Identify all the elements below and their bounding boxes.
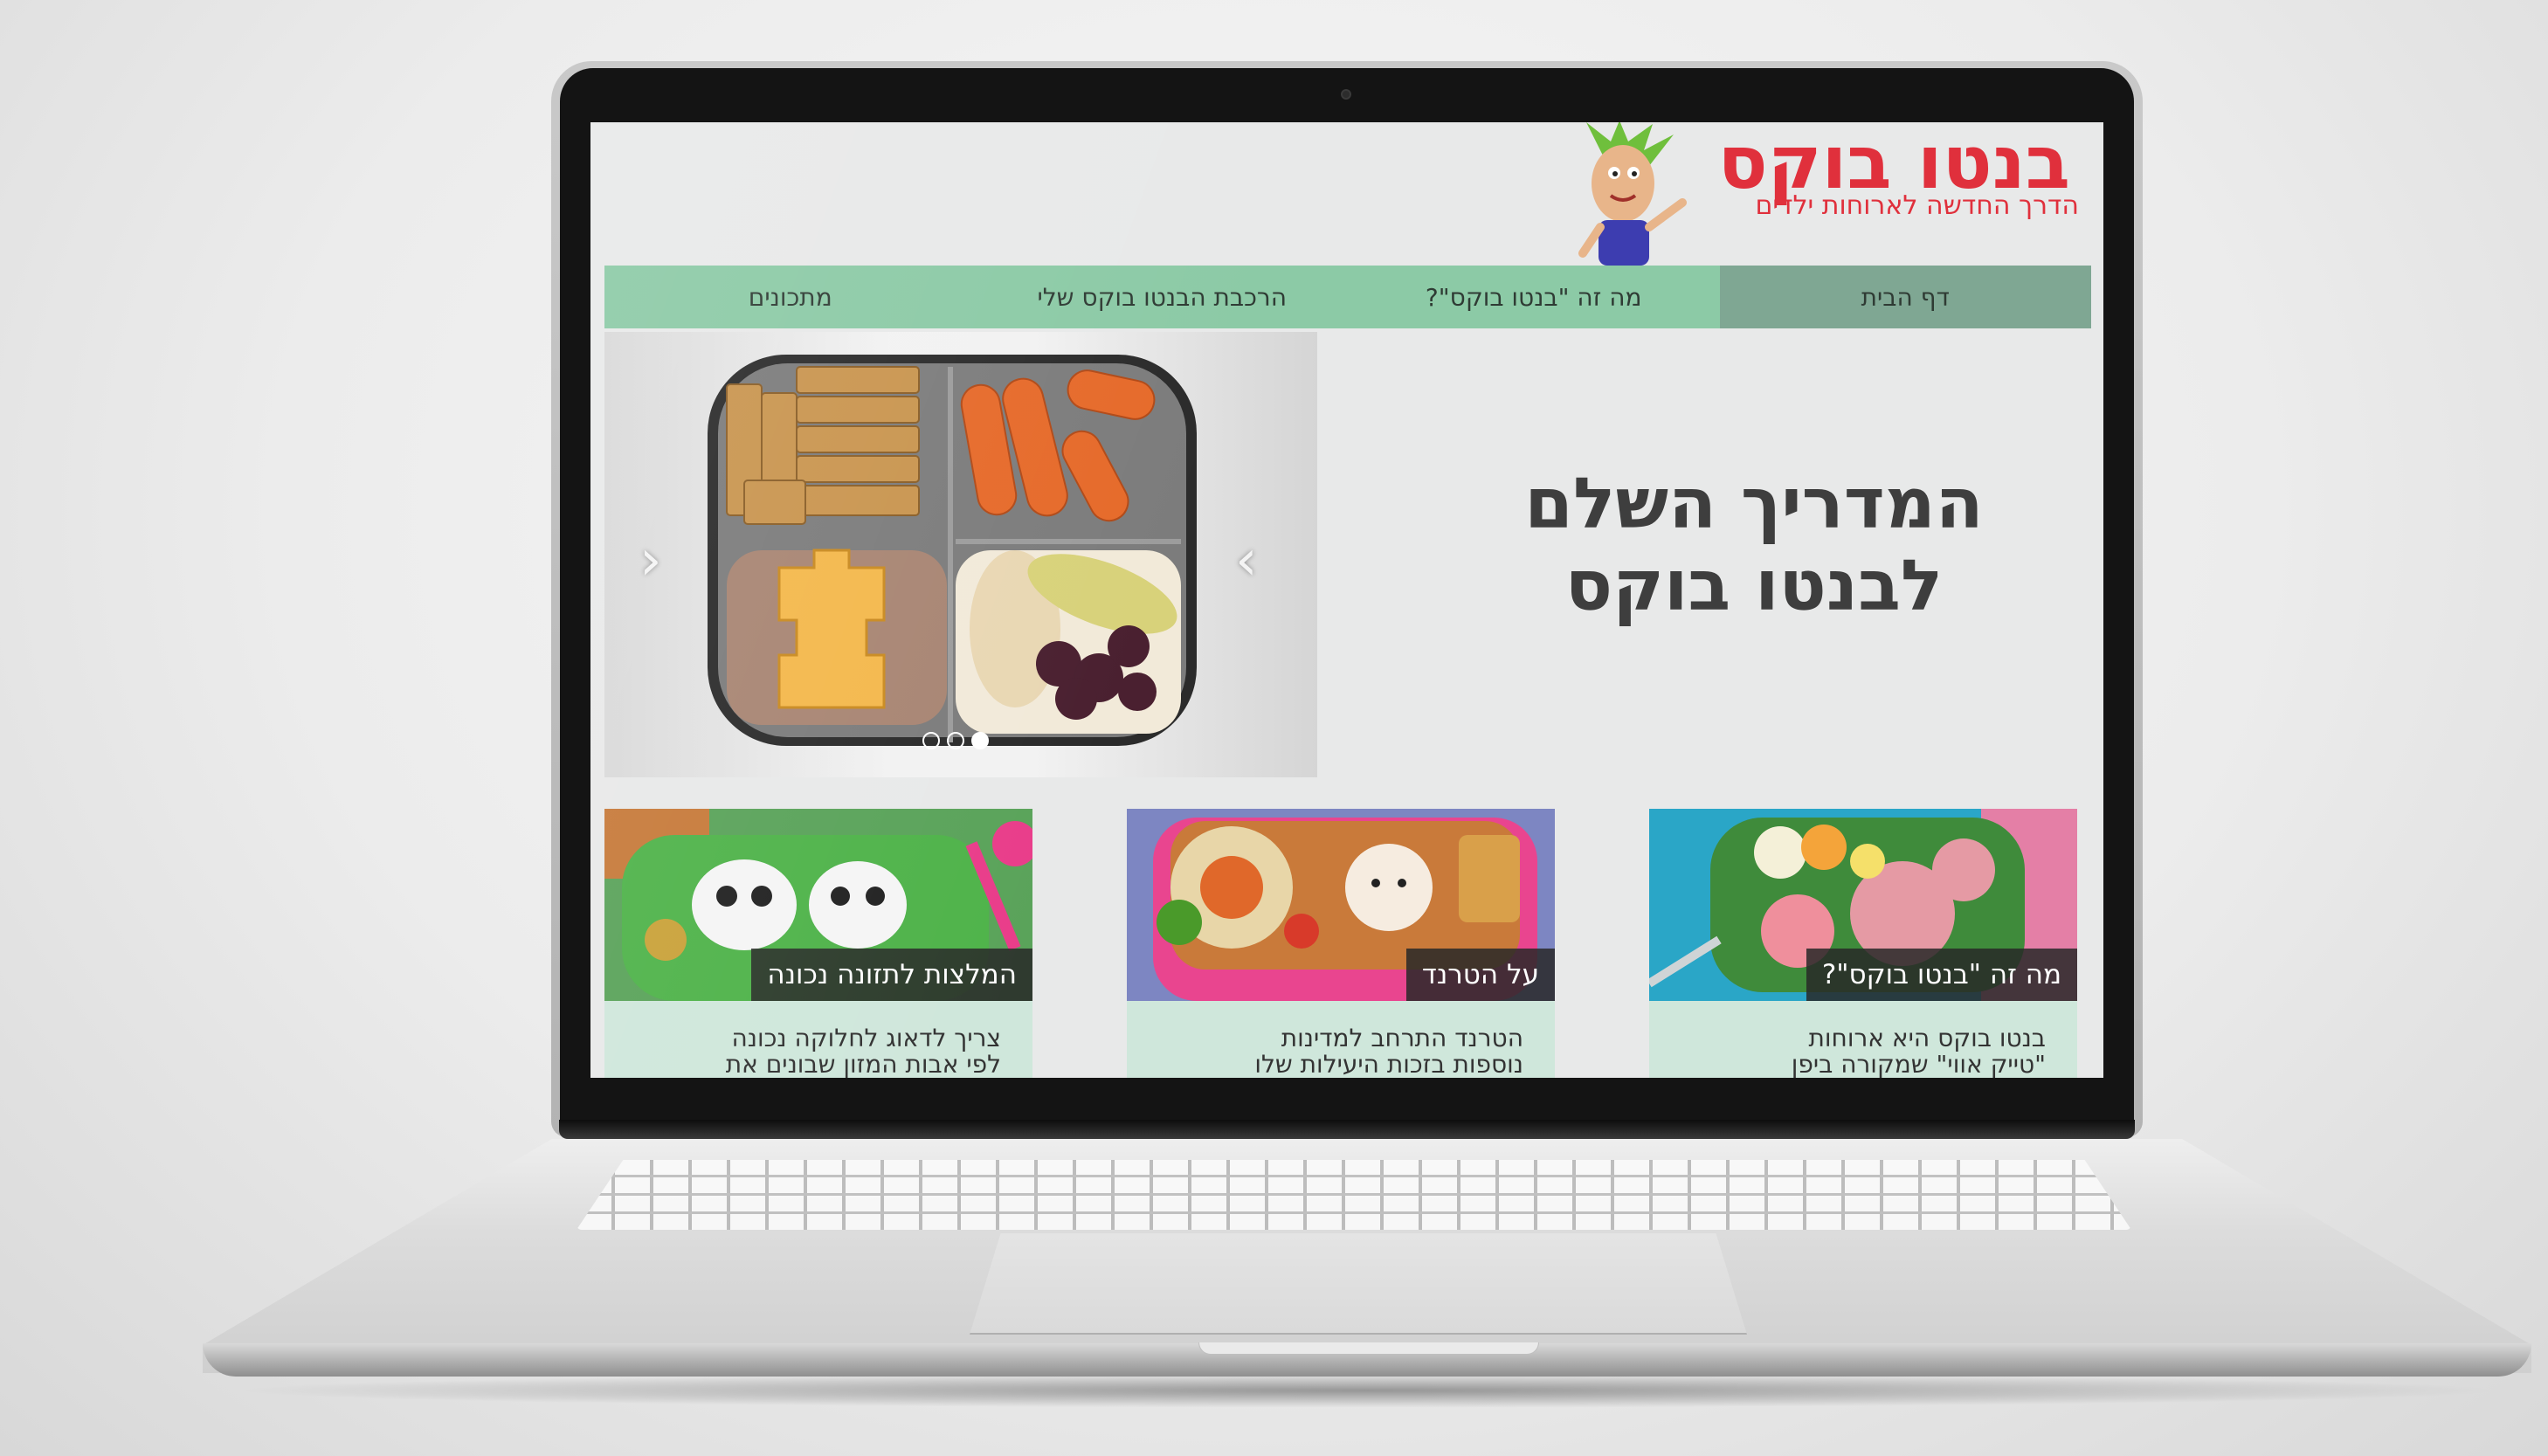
image-slider: ‹ › <box>604 332 1317 777</box>
slider-next-arrow-icon[interactable]: › <box>1235 533 1258 589</box>
card-image-pig-bento: מה זה "בנטו בוקס"? <box>1649 809 2077 1001</box>
slider-dots <box>922 732 989 749</box>
site-header: בנטו בוקס הדרך החדשה לארוחות ילדים <box>1569 122 2093 266</box>
nav-item-build-my-bento[interactable]: הרכבת הבנטו בוקס שלי <box>977 266 1349 328</box>
card-body: צריך לדאוג לחלוקה נכונה לפי אבות המזון ש… <box>604 1001 1032 1078</box>
card-caption: מה זה "בנטו בוקס"? <box>1806 949 2077 1001</box>
card-text-line: נוספות בזכות היעילות שלו <box>1254 1049 1523 1078</box>
slide-image-bento-box <box>708 355 1197 746</box>
card-caption: על הטרנד <box>1405 949 1555 1001</box>
card-text-line: לפי אבות המזון שבונים את <box>725 1049 1001 1078</box>
hero-heading-line-2: לבנטו בוקס <box>1564 545 1944 627</box>
laptop-lid-notch <box>1198 1342 1539 1355</box>
nav-item-recipes[interactable]: מתכונים <box>604 266 977 328</box>
feature-cards: מה זה "בנטו בוקס"? בנטו בוקס היא ארוחות … <box>604 809 2077 1078</box>
hero-heading: המדריך השלם לבנטו בוקס <box>1509 463 1999 628</box>
laptop-hinge <box>559 1120 2135 1139</box>
site-tagline: הדרך החדשה לארוחות ילדים <box>1755 190 2079 221</box>
laptop-shadow <box>227 1373 2507 1408</box>
laptop-trackpad <box>970 1233 1747 1335</box>
card-caption: המלצות לתזונה נכונה <box>751 949 1032 1001</box>
card-image-panda-bento: המלצות לתזונה נכונה <box>604 809 1032 1001</box>
laptop-keyboard <box>577 1160 2131 1230</box>
slider-dot-1[interactable] <box>922 732 940 749</box>
laptop-screen: בנטו בוקס הדרך החדשה לארוחות ילדים דף הב… <box>590 122 2103 1078</box>
card-nutrition-tips[interactable]: המלצות לתזונה נכונה צריך לדאוג לחלוקה נכ… <box>604 809 1032 1078</box>
card-text-line: "טייק אווי" שמקורה ביפן <box>1791 1049 2046 1078</box>
card-text-line: צריך לדאוג לחלוקה נכונה <box>731 1024 1001 1052</box>
slider-dot-3[interactable] <box>971 732 989 749</box>
card-the-trend[interactable]: על הטרנד הטרנד התרחב למדינות נוספות בזכו… <box>1127 809 1555 1078</box>
card-body: בנטו בוקס היא ארוחות "טייק אווי" שמקורה … <box>1649 1001 2077 1078</box>
card-what-is-bento[interactable]: מה זה "בנטו בוקס"? בנטו בוקס היא ארוחות … <box>1649 809 2077 1078</box>
main-nav: דף הבית מה זה "בנטו בוקס"? הרכבת הבנטו ב… <box>604 266 2091 328</box>
card-image-bunny-bento: על הטרנד <box>1127 809 1555 1001</box>
hero-heading-line-1: המדריך השלם <box>1524 463 1984 544</box>
card-text-line: הטרנד התרחב למדינות <box>1281 1024 1523 1052</box>
nav-item-what-is-bento[interactable]: מה זה "בנטו בוקס"? <box>1348 266 1720 328</box>
slider-dot-2[interactable] <box>947 732 964 749</box>
mascot-logo-icon <box>1578 122 1687 266</box>
card-body: הטרנד התרחב למדינות נוספות בזכות היעילות… <box>1127 1001 1555 1078</box>
slider-prev-arrow-icon[interactable]: ‹ <box>639 533 662 589</box>
camera-icon <box>1341 89 1351 100</box>
card-text-line: בנטו בוקס היא ארוחות <box>1808 1024 2046 1052</box>
nav-item-home[interactable]: דף הבית <box>1719 266 2091 328</box>
